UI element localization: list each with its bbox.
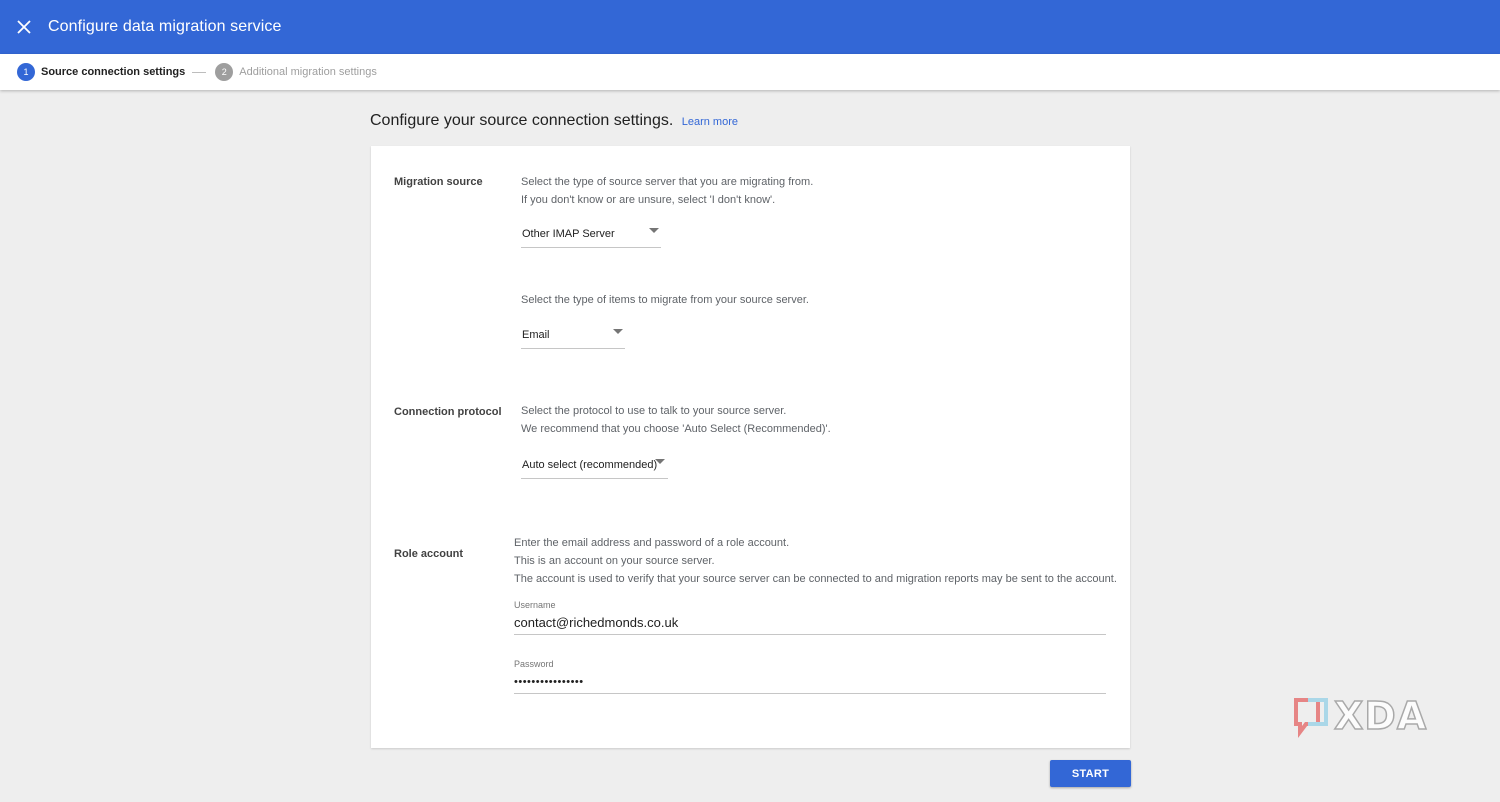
items-select[interactable]: Email bbox=[521, 321, 625, 349]
description-line: Enter the email address and password of … bbox=[514, 537, 790, 549]
select-value: Auto select (recommended) bbox=[522, 458, 658, 471]
select-value: Other IMAP Server bbox=[522, 227, 615, 240]
migration-source-label: Migration source bbox=[394, 176, 483, 188]
migration-source-description: Select the type of source server that yo… bbox=[521, 173, 813, 209]
select-value: Email bbox=[522, 328, 550, 341]
description-line: Select the protocol to use to talk to yo… bbox=[521, 405, 787, 417]
password-input[interactable]: •••••••••••••••• bbox=[514, 670, 1106, 694]
role-account-description: Enter the email address and password of … bbox=[514, 534, 1117, 588]
step-number: 2 bbox=[215, 63, 234, 81]
role-account-label: Role account bbox=[394, 548, 464, 560]
description-line: The account is used to verify that your … bbox=[514, 573, 1117, 585]
step-additional-settings[interactable]: 2 Additional migration settings bbox=[215, 63, 377, 81]
top-app-bar: Configure data migration service bbox=[0, 0, 1500, 54]
dropdown-caret-icon bbox=[649, 228, 659, 233]
username-input[interactable]: contact@richedmonds.co.uk bbox=[514, 611, 1106, 635]
heading-text: Configure your source connection setting… bbox=[370, 112, 674, 129]
connection-protocol-select[interactable]: Auto select (recommended) bbox=[521, 451, 668, 479]
dropdown-caret-icon bbox=[655, 459, 665, 464]
start-button[interactable]: START bbox=[1050, 760, 1131, 787]
password-label: Password bbox=[514, 659, 554, 669]
dropdown-caret-icon bbox=[613, 329, 623, 334]
connection-protocol-label: Connection protocol bbox=[394, 406, 502, 418]
step-number: 1 bbox=[17, 63, 35, 81]
section-heading: Configure your source connection setting… bbox=[370, 112, 738, 130]
migration-source-select[interactable]: Other IMAP Server bbox=[521, 220, 661, 248]
step-source-connection[interactable]: 1 Source connection settings bbox=[17, 63, 185, 81]
items-description: Select the type of items to migrate from… bbox=[521, 294, 809, 306]
username-label: Username bbox=[514, 600, 556, 610]
description-line: Select the type of source server that yo… bbox=[521, 176, 814, 188]
stepper: 1 Source connection settings 2 Additiona… bbox=[0, 54, 1500, 90]
close-button[interactable] bbox=[0, 0, 48, 54]
step-label: Additional migration settings bbox=[239, 66, 377, 78]
close-icon bbox=[17, 20, 31, 34]
description-line: This is an account on your source server… bbox=[514, 555, 715, 567]
xda-logo-icon bbox=[1294, 698, 1328, 738]
description-line: We recommend that you choose 'Auto Selec… bbox=[521, 423, 831, 435]
step-connector bbox=[192, 71, 207, 73]
learn-more-link[interactable]: Learn more bbox=[682, 116, 738, 128]
step-label: Source connection settings bbox=[41, 66, 186, 78]
page-title: Configure data migration service bbox=[48, 18, 282, 35]
watermark-text: XDA bbox=[1333, 693, 1428, 739]
settings-card: Migration source Select the type of sour… bbox=[371, 146, 1130, 748]
description-line: If you don't know or are unsure, select … bbox=[521, 194, 776, 206]
xda-watermark-logo: XDA bbox=[1292, 693, 1438, 739]
connection-protocol-description: Select the protocol to use to talk to yo… bbox=[521, 402, 831, 438]
